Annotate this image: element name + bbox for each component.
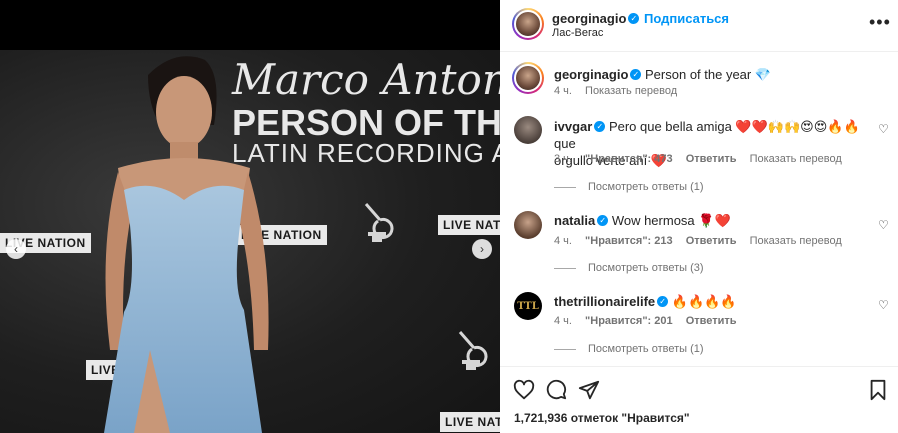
comment-icon[interactable] bbox=[545, 379, 567, 406]
comment-username[interactable]: thetrillionairelife bbox=[554, 294, 655, 309]
share-icon[interactable] bbox=[578, 379, 600, 406]
comment-thetrillionairelife: thetrillionairelife ✓ 🔥🔥🔥🔥 bbox=[554, 293, 872, 310]
post-photo: Marco Antonio S PERSON OF THE YE LATIN R… bbox=[0, 50, 500, 433]
post-location[interactable]: Лас-Вегас bbox=[552, 27, 603, 39]
view-replies-text[interactable]: Посмотреть ответы (1) bbox=[588, 343, 704, 355]
comment-text: Wow hermosa 🌹❤️ bbox=[611, 213, 731, 228]
verified-icon: ✓ bbox=[657, 296, 669, 308]
author-avatar[interactable] bbox=[512, 8, 544, 40]
comment-time: 3 ч. bbox=[554, 153, 572, 165]
verified-icon: ✓ bbox=[628, 13, 640, 25]
view-replies-text[interactable]: Посмотреть ответы (1) bbox=[588, 181, 704, 193]
caption: georginagio ✓ Person of the year 💎 bbox=[554, 67, 771, 83]
view-replies-text[interactable]: Посмотреть ответы (3) bbox=[588, 262, 704, 274]
caption-text: Person of the year 💎 bbox=[645, 67, 772, 82]
comment-meta: 4 ч. "Нравится": 213 Ответить Показать п… bbox=[554, 235, 852, 247]
comment-username[interactable]: natalia bbox=[554, 213, 595, 228]
caption-translate-link[interactable]: Показать перевод bbox=[585, 85, 677, 97]
comment-meta: 3 ч. "Нравится": 473 Ответить Показать п… bbox=[554, 153, 852, 165]
comment-reply-button[interactable]: Ответить bbox=[686, 235, 737, 247]
comment-username[interactable]: ivvgar bbox=[554, 119, 592, 134]
comment-avatar[interactable] bbox=[514, 211, 542, 239]
comment-translate-link[interactable]: Показать перевод bbox=[750, 153, 842, 165]
comment-reply-button[interactable]: Ответить bbox=[686, 153, 737, 165]
follow-button[interactable]: Подписаться bbox=[644, 11, 729, 26]
bookmark-icon[interactable] bbox=[868, 379, 888, 406]
comment-avatar[interactable]: TTL bbox=[514, 292, 542, 320]
comment-reply-button[interactable]: Ответить bbox=[686, 315, 737, 327]
more-icon[interactable]: ••• bbox=[869, 12, 891, 33]
post-media: Marco Antonio S PERSON OF THE YE LATIN R… bbox=[0, 0, 500, 433]
chevron-left-icon: ‹ bbox=[14, 242, 18, 256]
comment-like-heart-icon[interactable]: ♡ bbox=[878, 122, 889, 136]
carousel-prev-button[interactable]: ‹ bbox=[6, 239, 26, 259]
view-replies-button[interactable]: Посмотреть ответы (1) bbox=[554, 181, 704, 193]
author-username[interactable]: georginagio ✓ bbox=[552, 11, 640, 26]
comment-natalia: natalia ✓ Wow hermosa 🌹❤️ bbox=[554, 212, 872, 229]
comment-likes[interactable]: "Нравится": 201 bbox=[585, 315, 673, 327]
caption-username[interactable]: georginagio bbox=[554, 67, 628, 82]
caption-time: 4 ч. bbox=[554, 85, 572, 97]
caption-avatar[interactable] bbox=[512, 62, 544, 94]
chevron-right-icon: › bbox=[480, 242, 484, 256]
post-actions: 1,721,936 отметок "Нравится" bbox=[500, 366, 898, 433]
comment-time: 4 ч. bbox=[554, 235, 572, 247]
comment-meta: 4 ч. "Нравится": 201 Ответить bbox=[554, 315, 747, 327]
person-figure bbox=[104, 56, 269, 433]
view-replies-button[interactable]: Посмотреть ответы (1) bbox=[554, 343, 704, 355]
comment-time: 4 ч. bbox=[554, 315, 572, 327]
post-side-panel: georginagio ✓ Подписаться Лас-Вегас ••• g… bbox=[500, 0, 898, 433]
view-replies-button[interactable]: Посмотреть ответы (3) bbox=[554, 262, 704, 274]
heart-icon[interactable] bbox=[513, 379, 535, 406]
likes-count[interactable]: 1,721,936 отметок "Нравится" bbox=[514, 411, 690, 425]
carousel-next-button[interactable]: › bbox=[472, 239, 492, 259]
comment-like-heart-icon[interactable]: ♡ bbox=[878, 298, 889, 312]
author-username-text[interactable]: georginagio bbox=[552, 11, 626, 26]
comment-avatar[interactable] bbox=[514, 116, 542, 144]
post-header: georginagio ✓ Подписаться Лас-Вегас ••• bbox=[500, 0, 898, 52]
comment-text: 🔥🔥🔥🔥 bbox=[671, 294, 737, 309]
comment-like-heart-icon[interactable]: ♡ bbox=[878, 218, 889, 232]
comment-likes[interactable]: "Нравится": 213 bbox=[585, 235, 673, 247]
caption-meta: 4 ч. Показать перевод bbox=[554, 85, 687, 97]
comment-translate-link[interactable]: Показать перевод bbox=[750, 235, 842, 247]
comment-likes[interactable]: "Нравится": 473 bbox=[585, 153, 673, 165]
verified-icon: ✓ bbox=[597, 215, 609, 227]
verified-icon: ✓ bbox=[630, 69, 642, 81]
verified-icon: ✓ bbox=[594, 121, 606, 133]
